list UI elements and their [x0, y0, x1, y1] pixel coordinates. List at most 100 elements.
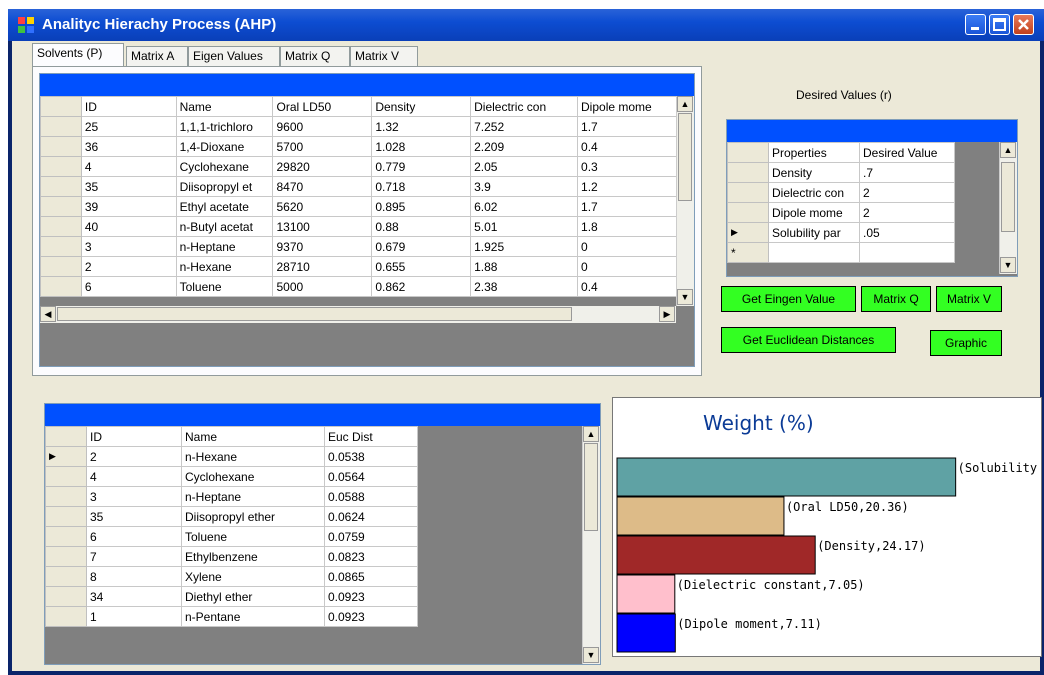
table-cell[interactable]: Solubility par: [768, 222, 860, 243]
tab-matrix-v[interactable]: Matrix V: [350, 46, 418, 66]
table-cell[interactable]: 29820: [272, 156, 373, 177]
row-header-cell[interactable]: [727, 142, 769, 163]
table-cell[interactable]: n-Heptane: [181, 486, 325, 507]
new-row[interactable]: *: [727, 242, 955, 263]
table-cell[interactable]: 1,1,1-trichloro: [175, 116, 274, 137]
row-selector[interactable]: [45, 546, 87, 567]
row-selector[interactable]: [40, 276, 82, 297]
scroll-left-icon[interactable]: ◀: [40, 306, 56, 322]
table-cell[interactable]: 8: [86, 566, 182, 587]
table-cell[interactable]: 6.02: [470, 196, 579, 217]
table-cell[interactable]: 2: [80, 256, 177, 277]
table-cell[interactable]: 0.0923: [324, 586, 418, 607]
table-cell[interactable]: Dielectric con: [768, 182, 860, 203]
table-cell[interactable]: 0: [577, 256, 679, 277]
table-cell[interactable]: 40: [80, 216, 177, 237]
row-selector[interactable]: [40, 136, 82, 157]
table-cell[interactable]: 34: [86, 586, 182, 607]
table-row[interactable]: 34 Diethyl ether 0.0923: [45, 586, 418, 607]
tab-solvents[interactable]: Solvents (P): [32, 43, 124, 67]
row-selector[interactable]: [40, 256, 82, 277]
get-euclidean-distances-button[interactable]: Get Euclidean Distances: [721, 327, 896, 353]
table-cell[interactable]: 1.2: [577, 176, 679, 197]
table-row[interactable]: 3 n-Heptane 0.0588: [45, 486, 418, 507]
scroll-up-icon[interactable]: ▲: [677, 96, 693, 112]
row-selector[interactable]: [727, 182, 769, 203]
table-cell[interactable]: 0.88: [371, 216, 472, 237]
graphic-button[interactable]: Graphic: [930, 330, 1002, 356]
table-cell[interactable]: 0.679: [371, 236, 472, 257]
row-header-cell[interactable]: [45, 426, 87, 447]
scroll-up-icon[interactable]: ▲: [1000, 142, 1016, 158]
table-cell[interactable]: 4: [86, 466, 182, 487]
horizontal-scrollbar[interactable]: ◀ ▶: [40, 306, 676, 323]
table-cell[interactable]: 0.4: [577, 276, 679, 297]
table-cell[interactable]: 0.0759: [324, 526, 418, 547]
table-cell[interactable]: 5620: [272, 196, 373, 217]
row-selector[interactable]: [40, 156, 82, 177]
table-cell[interactable]: n-Heptane: [175, 236, 274, 257]
desired-values-grid[interactable]: Properties Desired Value Density .7 Dielectr…: [726, 119, 1018, 277]
table-cell[interactable]: 1: [86, 606, 182, 627]
table-row[interactable]: 35 Diisopropyl ether 0.0624: [45, 506, 418, 527]
table-cell[interactable]: 1,4-Dioxane: [175, 136, 274, 157]
column-header[interactable]: Properties: [768, 142, 860, 163]
table-row[interactable]: 35Diisopropyl et84700.7183.91.20: [40, 176, 694, 197]
row-selector[interactable]: [45, 466, 87, 487]
row-selector[interactable]: [45, 606, 87, 627]
column-header[interactable]: Density: [371, 96, 472, 117]
column-header[interactable]: ID: [80, 96, 177, 117]
row-selector[interactable]: [40, 216, 82, 237]
table-row[interactable]: 2n-Hexane287100.6551.8800: [40, 256, 694, 277]
table-row[interactable]: ▶ 2 n-Hexane 0.0538: [45, 446, 418, 467]
scroll-down-icon[interactable]: ▼: [677, 289, 693, 305]
table-cell[interactable]: 25: [80, 116, 177, 137]
table-cell[interactable]: 35: [80, 176, 177, 197]
row-selector[interactable]: [45, 586, 87, 607]
row-selector[interactable]: [40, 116, 82, 137]
table-cell[interactable]: 0.4: [577, 136, 679, 157]
scroll-up-icon[interactable]: ▲: [583, 426, 599, 442]
table-row[interactable]: 361,4-Dioxane57001.0282.2090.40: [40, 136, 694, 157]
table-cell[interactable]: Ethylbenzene: [181, 546, 325, 567]
table-cell[interactable]: Ethyl acetate: [175, 196, 274, 217]
table-cell[interactable]: 0.0538: [324, 446, 418, 467]
table-cell[interactable]: Cyclohexane: [181, 466, 325, 487]
table-cell[interactable]: 2: [859, 182, 955, 203]
row-selector[interactable]: [40, 176, 82, 197]
table-cell[interactable]: .05: [859, 222, 955, 243]
table-cell[interactable]: 1.925: [470, 236, 579, 257]
row-selector[interactable]: [727, 162, 769, 183]
table-cell[interactable]: Diisopropyl et: [175, 176, 274, 197]
table-cell[interactable]: 0.862: [371, 276, 472, 297]
title-bar[interactable]: Analityc Hierachy Process (AHP): [8, 9, 1044, 41]
table-cell[interactable]: 3: [80, 236, 177, 257]
row-selector[interactable]: [40, 196, 82, 217]
table-row[interactable]: ▶ Solubility par .05: [727, 222, 955, 243]
table-cell[interactable]: 0.0865: [324, 566, 418, 587]
table-cell[interactable]: 6: [86, 526, 182, 547]
table-cell[interactable]: Diethyl ether: [181, 586, 325, 607]
matrix-q-button[interactable]: Matrix Q: [861, 286, 931, 312]
table-cell[interactable]: 0.895: [371, 196, 472, 217]
table-row[interactable]: Density .7: [727, 162, 955, 183]
column-header[interactable]: Euc Dist: [324, 426, 418, 447]
table-row[interactable]: 3n-Heptane93700.6791.92500: [40, 236, 694, 257]
table-cell[interactable]: 2.38: [470, 276, 579, 297]
table-cell[interactable]: 3.9: [470, 176, 579, 197]
table-row[interactable]: Dipole mome 2: [727, 202, 955, 223]
table-cell[interactable]: 0.3: [577, 156, 679, 177]
scroll-down-icon[interactable]: ▼: [1000, 257, 1016, 273]
matrix-v-button[interactable]: Matrix V: [936, 286, 1002, 312]
desired-scrollbar[interactable]: ▲ ▼: [999, 142, 1017, 274]
table-cell[interactable]: [859, 242, 955, 263]
table-cell[interactable]: 7.252: [470, 116, 579, 137]
close-button[interactable]: [1013, 14, 1034, 35]
table-row[interactable]: 4 Cyclohexane 0.0564: [45, 466, 418, 487]
table-cell[interactable]: 1.028: [371, 136, 472, 157]
table-row[interactable]: 8 Xylene 0.0865: [45, 566, 418, 587]
row-selector[interactable]: [45, 506, 87, 527]
table-cell[interactable]: 2.209: [470, 136, 579, 157]
column-header[interactable]: Dielectric con: [470, 96, 579, 117]
table-row[interactable]: 251,1,1-trichloro96001.327.2521.70: [40, 116, 694, 137]
